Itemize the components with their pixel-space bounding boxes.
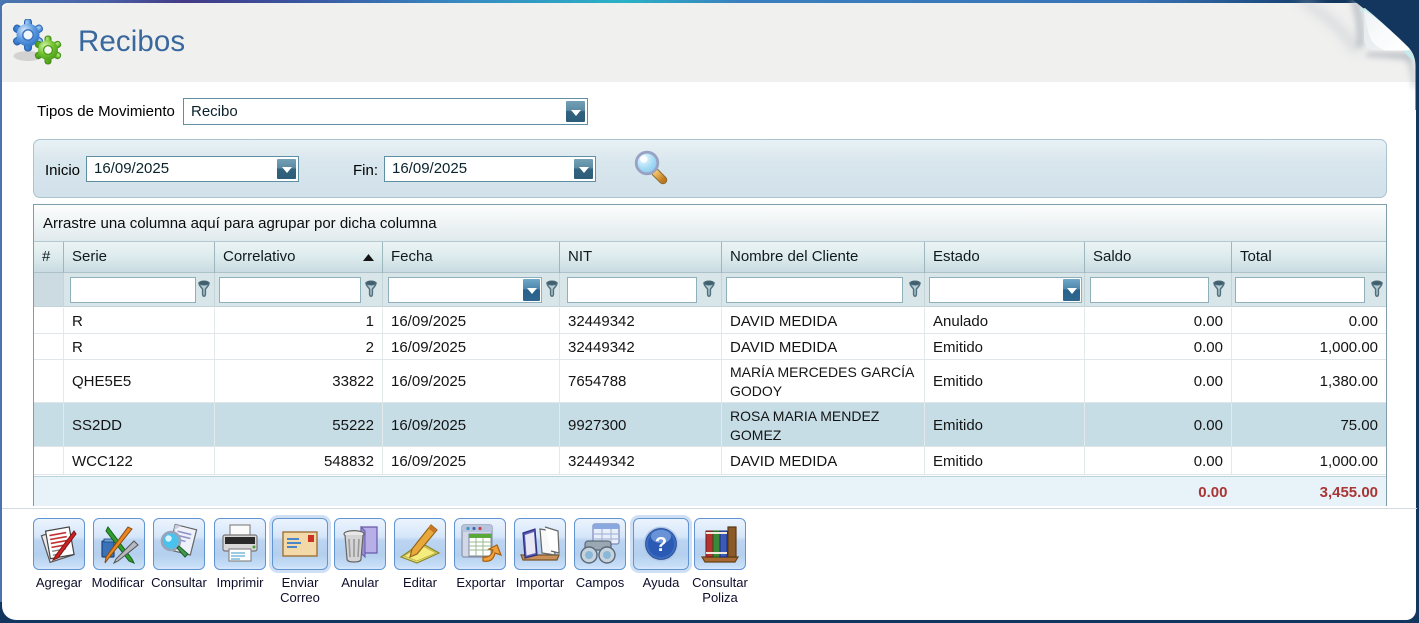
- svg-text:?: ?: [655, 534, 667, 556]
